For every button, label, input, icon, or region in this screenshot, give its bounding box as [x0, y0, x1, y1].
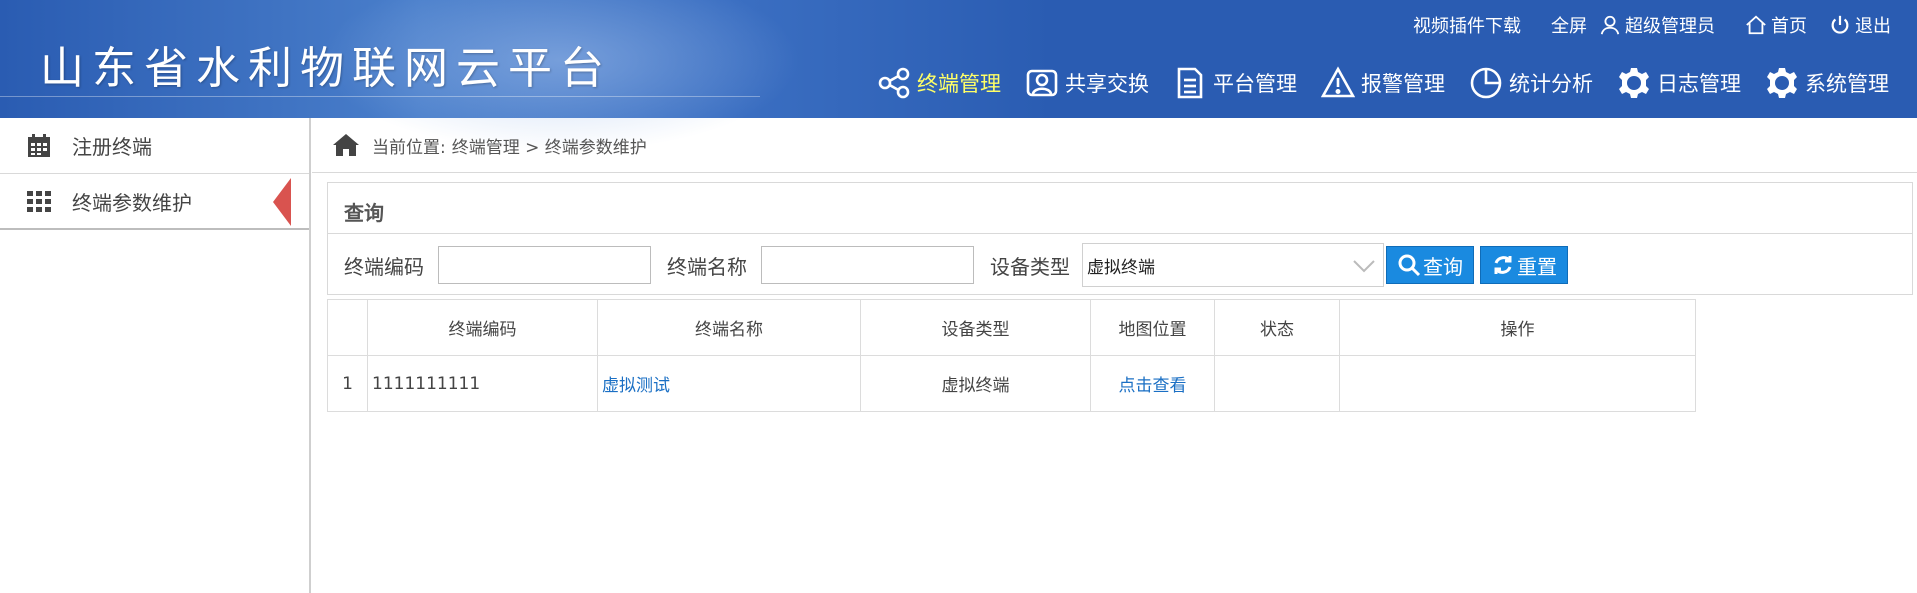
terminal-code-input[interactable]	[438, 246, 651, 284]
main-nav: 终端管理 共享交换 平台管理 报警管理 统计分析 日志管理 系统管理	[853, 66, 1889, 100]
nav-label: 终端管理	[917, 72, 1001, 96]
terminal-name-label: 终端名称	[667, 254, 747, 279]
reset-button-label: 重置	[1517, 254, 1557, 279]
pie-chart-icon	[1470, 67, 1502, 99]
nav-label: 共享交换	[1065, 72, 1149, 96]
home-icon	[1746, 15, 1766, 35]
gear-icon	[1619, 68, 1649, 98]
fullscreen-link[interactable]: 全屏	[1551, 12, 1587, 38]
calendar-icon	[28, 133, 50, 157]
cell-terminal-name-link[interactable]: 虚拟测试	[597, 355, 861, 412]
terminal-table: 终端编码 终端名称 设备类型 地图位置 状态 操作 1 1111111111 虚…	[327, 299, 1696, 412]
breadcrumb-divider	[312, 172, 1917, 173]
column-header-type: 设备类型	[860, 299, 1091, 356]
nav-alarm-management[interactable]: 报警管理	[1321, 66, 1445, 100]
home-link[interactable]: 首页	[1745, 12, 1807, 38]
query-divider	[328, 233, 1912, 234]
table-row: 1 1111111111 虚拟测试 虚拟终端 点击查看	[327, 355, 1696, 412]
column-header-map: 地图位置	[1090, 299, 1215, 356]
nav-label: 日志管理	[1657, 72, 1741, 96]
cell-map-view-link[interactable]: 点击查看	[1090, 355, 1215, 412]
active-pointer-icon	[273, 178, 291, 226]
user-card-icon	[1026, 69, 1058, 97]
video-plugin-download-link[interactable]: 视频插件下载	[1413, 12, 1521, 38]
nav-label: 报警管理	[1361, 72, 1445, 96]
device-type-select[interactable]: 虚拟终端	[1082, 243, 1384, 287]
table-header-row: 终端编码 终端名称 设备类型 地图位置 状态 操作	[327, 299, 1696, 356]
column-header-status: 状态	[1214, 299, 1340, 356]
main-content: 当前位置: 终端管理 > 终端参数维护 查询 终端编码 终端名称 设备类型 虚拟…	[312, 118, 1917, 593]
user-icon	[1600, 15, 1620, 35]
cell-status	[1214, 355, 1340, 412]
fullscreen-label: 全屏	[1551, 16, 1587, 37]
terminal-name-input[interactable]	[761, 246, 974, 284]
document-icon	[1177, 67, 1203, 99]
cell-action	[1339, 355, 1696, 412]
cell-terminal-code: 1111111111	[367, 355, 598, 412]
power-icon	[1831, 15, 1849, 34]
search-button-label: 查询	[1423, 254, 1463, 279]
column-header-index	[327, 299, 368, 356]
header-divider	[0, 96, 760, 97]
nav-label: 平台管理	[1213, 72, 1297, 96]
nav-system-management[interactable]: 系统管理	[1765, 66, 1889, 100]
search-button[interactable]: 查询	[1386, 246, 1474, 284]
share-nodes-icon	[878, 67, 910, 99]
user-label: 超级管理员	[1625, 16, 1715, 37]
user-link[interactable]: 超级管理员	[1599, 12, 1715, 38]
sidebar-item-terminal-params[interactable]: 终端参数维护	[0, 174, 309, 230]
breadcrumb-prefix: 当前位置:	[372, 137, 446, 158]
query-panel: 查询 终端编码 终端名称 设备类型 虚拟终端 查询 重置	[327, 182, 1913, 295]
column-header-action: 操作	[1339, 299, 1696, 356]
top-utility-bar: 视频插件下载 全屏 超级管理员 首页 退出	[1383, 12, 1891, 38]
logout-link[interactable]: 退出	[1829, 12, 1891, 38]
site-title: 山东省水利物联网云平台	[40, 43, 612, 94]
query-form: 终端编码 终端名称 设备类型 虚拟终端 查询 重置	[344, 243, 1568, 287]
warning-icon	[1321, 66, 1355, 98]
nav-platform-management[interactable]: 平台管理	[1173, 66, 1297, 100]
terminal-code-label: 终端编码	[344, 254, 424, 279]
column-header-name: 终端名称	[597, 299, 861, 356]
device-type-label: 设备类型	[990, 254, 1070, 279]
breadcrumb-path: 终端管理 > 终端参数维护	[451, 137, 647, 158]
header-bar: 山东省水利物联网云平台 视频插件下载 全屏 超级管理员 首页 退出 终端管理 共…	[0, 0, 1917, 160]
logout-label: 退出	[1855, 16, 1891, 37]
nav-log-management[interactable]: 日志管理	[1617, 66, 1741, 100]
grid-icon	[27, 191, 51, 212]
video-plugin-download-label: 视频插件下载	[1413, 16, 1521, 37]
sidebar: 注册终端 终端参数维护	[0, 118, 311, 593]
nav-terminal-management[interactable]: 终端管理	[877, 66, 1001, 100]
search-icon	[1398, 254, 1421, 277]
nav-label: 统计分析	[1509, 72, 1593, 96]
sidebar-item-register-terminal[interactable]: 注册终端	[0, 118, 309, 174]
refresh-icon	[1494, 256, 1512, 274]
sidebar-item-label: 注册终端	[72, 135, 152, 159]
row-index: 1	[327, 355, 368, 412]
cell-device-type: 虚拟终端	[860, 355, 1091, 412]
reset-button[interactable]: 重置	[1480, 246, 1568, 284]
home-icon	[333, 134, 359, 156]
gear-icon	[1767, 68, 1797, 98]
nav-share-exchange[interactable]: 共享交换	[1025, 66, 1149, 100]
device-type-value: 虚拟终端	[1087, 257, 1155, 278]
sidebar-item-label: 终端参数维护	[72, 190, 192, 215]
breadcrumb: 当前位置: 终端管理 > 终端参数维护	[332, 132, 647, 158]
chevron-down-icon	[1353, 260, 1375, 273]
nav-label: 系统管理	[1805, 72, 1889, 96]
home-label: 首页	[1771, 16, 1807, 37]
column-header-code: 终端编码	[367, 299, 598, 356]
query-title: 查询	[344, 201, 384, 225]
nav-statistics[interactable]: 统计分析	[1469, 66, 1593, 100]
